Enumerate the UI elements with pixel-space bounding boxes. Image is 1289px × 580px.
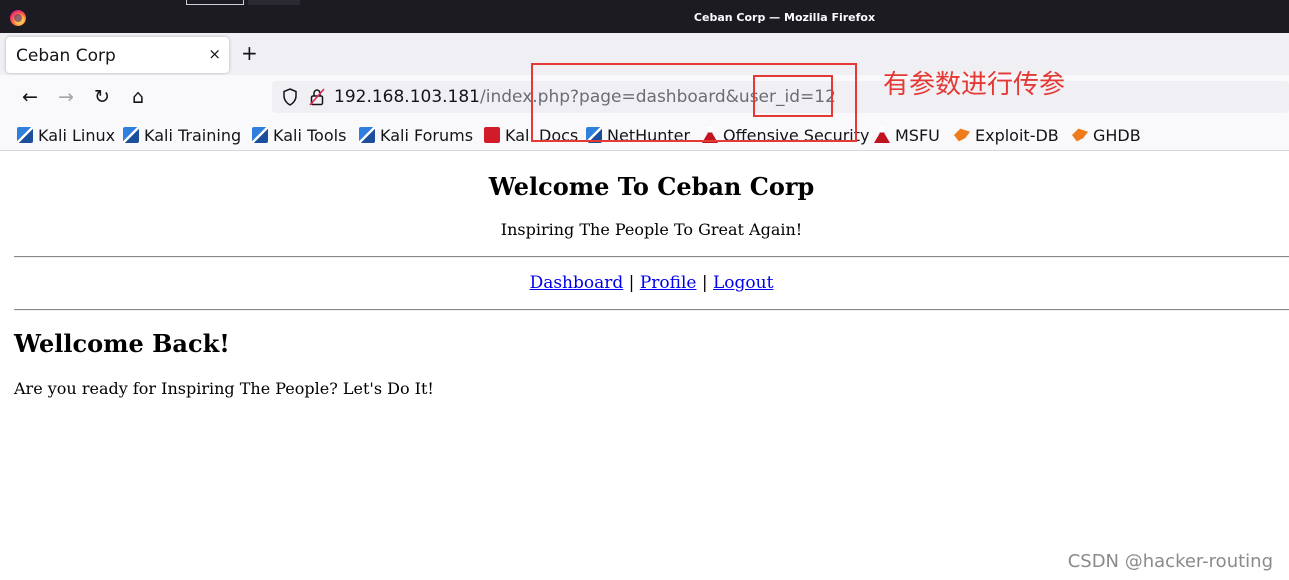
horizontal-rule: [14, 309, 1289, 311]
kali-dragon-icon: [123, 127, 139, 143]
bookmark-label: NetHunter: [607, 125, 691, 145]
flask-icon: [702, 127, 718, 143]
reload-button[interactable]: ↻: [90, 85, 114, 109]
site-title: Welcome To Ceban Corp: [488, 172, 815, 201]
bookmark-label: MSFU: [895, 125, 940, 145]
close-tab-icon[interactable]: ×: [208, 45, 221, 63]
insecure-lock-icon[interactable]: [309, 88, 325, 106]
annotation-note: 有参数进行传参: [883, 70, 1066, 100]
bookmark-kali-docs[interactable]: Kali Docs: [484, 124, 578, 146]
bookmarks-toolbar: Kali Linux Kali Training Kali Tools Kali…: [0, 119, 1289, 151]
bookmark-label: Exploit-DB: [975, 125, 1059, 145]
bookmark-label: Kali Linux: [38, 125, 116, 145]
tab-bar: Ceban Corp × +: [0, 33, 1289, 75]
bookmark-label: GHDB: [1093, 125, 1141, 145]
flask-icon: [874, 127, 890, 143]
bookmark-label: Kali Tools: [273, 125, 347, 145]
tab-ceban-corp[interactable]: Ceban Corp ×: [6, 37, 229, 73]
bookmark-exploit-db[interactable]: Exploit-DB: [954, 124, 1059, 146]
bookmark-kali-linux[interactable]: Kali Linux: [17, 124, 115, 146]
welcome-back-heading: Wellcome Back!: [14, 329, 230, 358]
site-menu: Dashboard | Profile | Logout: [14, 273, 1289, 293]
menu-separator: |: [701, 273, 708, 293]
bookmark-kali-tools[interactable]: Kali Tools: [252, 124, 346, 146]
bookmark-label: Kali Docs: [505, 125, 579, 145]
dashboard-link[interactable]: Dashboard: [530, 273, 624, 293]
bookmark-label: Kali Forums: [380, 125, 474, 145]
nethunter-icon: [586, 127, 602, 143]
url-host: 192.168.103.181: [334, 87, 481, 107]
logout-link[interactable]: Logout: [713, 273, 773, 293]
url-path: /index.php?page=dashboard&user_id=12: [480, 87, 836, 107]
back-button[interactable]: ←: [18, 85, 42, 109]
kali-docs-icon: [484, 127, 500, 143]
kali-dragon-icon: [252, 127, 268, 143]
window-title: Ceban Corp — Mozilla Firefox: [693, 11, 876, 24]
home-button[interactable]: ⌂: [126, 85, 150, 109]
menu-separator: |: [628, 273, 635, 293]
navigation-toolbar: ← → ↻ ⌂ 192.168.103.181/index.php?page=d…: [0, 75, 1289, 119]
exploit-db-icon: [1072, 128, 1088, 142]
site-tagline: Inspiring The People To Great Again!: [500, 220, 803, 239]
bookmark-kali-training[interactable]: Kali Training: [123, 124, 241, 146]
bookmark-kali-forums[interactable]: Kali Forums: [359, 124, 473, 146]
bookmark-label: Kali Training: [144, 125, 242, 145]
watermark: CSDN @hacker-routing: [1067, 551, 1273, 572]
kali-dragon-icon: [359, 127, 375, 143]
new-tab-button[interactable]: +: [241, 43, 258, 63]
kali-dragon-icon: [17, 127, 33, 143]
url-bar[interactable]: 192.168.103.181/index.php?page=dashboard…: [272, 81, 1289, 113]
bookmark-offensive-security[interactable]: Offensive Security: [702, 124, 869, 146]
welcome-text: Are you ready for Inspiring The People? …: [14, 379, 434, 398]
horizontal-rule: [14, 256, 1289, 258]
bookmark-ghdb[interactable]: GHDB: [1072, 124, 1141, 146]
exploit-db-icon: [954, 128, 970, 142]
bookmark-label: Offensive Security: [723, 125, 870, 145]
forward-button[interactable]: →: [54, 85, 78, 109]
window-title-bar: Ceban Corp — Mozilla Firefox: [0, 0, 1289, 33]
bookmark-nethunter[interactable]: NetHunter: [586, 124, 690, 146]
bookmark-msfu[interactable]: MSFU: [874, 124, 940, 146]
tracking-shield-icon[interactable]: [282, 88, 298, 106]
tab-title: Ceban Corp: [16, 46, 116, 66]
taskbar-strip: [186, 0, 244, 5]
page-content: Welcome To Ceban Corp Inspiring The Peop…: [0, 152, 1289, 580]
taskbar-strip: [248, 0, 300, 5]
profile-link[interactable]: Profile: [640, 273, 697, 293]
url-text[interactable]: 192.168.103.181/index.php?page=dashboard…: [334, 87, 836, 107]
